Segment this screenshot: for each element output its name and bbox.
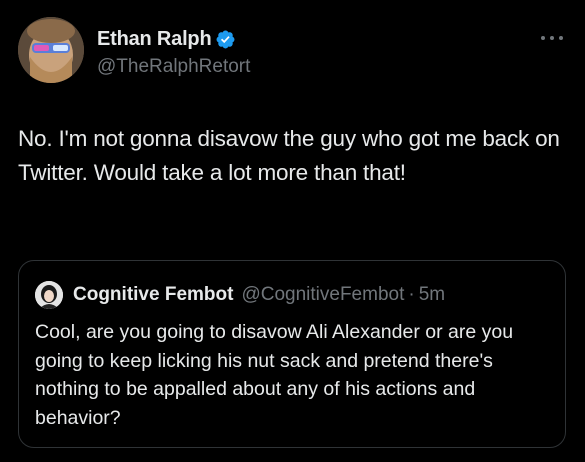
- verified-badge-icon: [215, 29, 236, 50]
- quoted-author-handle: @CognitiveFembot: [241, 284, 405, 305]
- quoted-tweet-header: Cognitive Fembot @CognitiveFembot · 5m: [35, 281, 445, 309]
- quoted-tweet-time: 5m: [418, 284, 446, 305]
- quoted-author-avatar: [35, 281, 63, 309]
- author-display-name[interactable]: Ethan Ralph: [97, 28, 212, 51]
- author-avatar[interactable]: [18, 17, 84, 83]
- quoted-tweet-text: Cool, are you going to disavow Ali Alexa…: [35, 321, 514, 429]
- quoted-tweet-card[interactable]: Cognitive Fembot @CognitiveFembot · 5m C…: [18, 260, 566, 448]
- author-handle[interactable]: @TheRalphRetort: [97, 56, 250, 78]
- quoted-author-name: Cognitive Fembot: [73, 284, 234, 305]
- separator-dot: ·: [408, 284, 415, 305]
- tweet: Ethan Ralph @TheRalphRetort No. I'm not …: [0, 0, 585, 462]
- author-name-row: Ethan Ralph: [97, 27, 250, 51]
- more-options-icon[interactable]: [541, 28, 563, 48]
- tweet-text: No. I'm not gonna disavow the guy who go…: [18, 126, 560, 185]
- author-info: Ethan Ralph @TheRalphRetort: [97, 27, 250, 78]
